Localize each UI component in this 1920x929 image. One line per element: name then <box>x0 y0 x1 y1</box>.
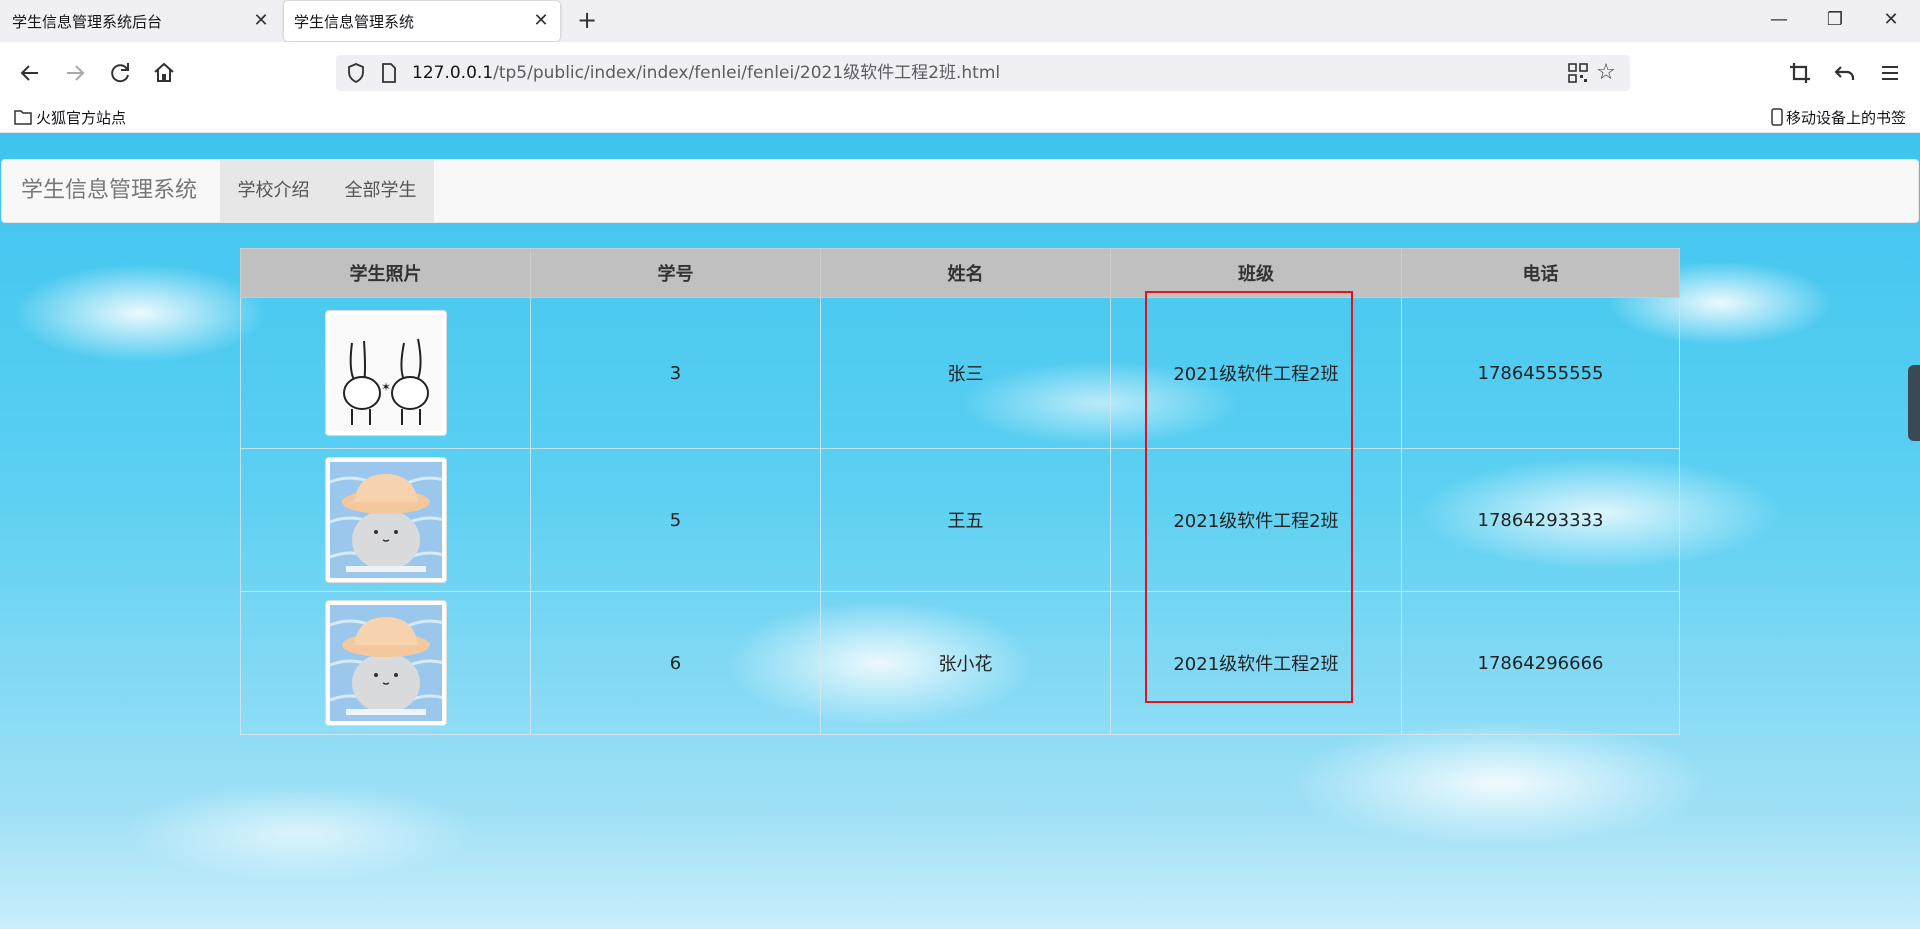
bucket-hat-blob-icon <box>329 605 442 721</box>
header-photo: 学生照片 <box>240 248 531 298</box>
minimize-icon[interactable]: — <box>1756 4 1802 36</box>
tab-admin[interactable]: 学生信息管理系统后台 ✕ <box>0 0 280 42</box>
photo-cell <box>240 591 531 735</box>
folder-icon <box>14 110 32 125</box>
highlight-box <box>1145 291 1353 703</box>
student-photo: ✶ <box>324 310 447 436</box>
phone-cell: 17864296666 <box>1401 591 1680 735</box>
student-photo <box>324 600 447 726</box>
bookmark-label: 移动设备上的书签 <box>1785 109 1906 127</box>
bookmark-firefox-sites[interactable]: 火狐官方站点 <box>14 104 126 132</box>
bookmarks-bar: 火狐官方站点 移动设备上的书签 <box>0 104 1920 133</box>
page-content: 学生信息管理系统 学校介绍 全部学生 学生照片 学号 姓名 班级 电话 ✶ 3 … <box>0 133 1920 929</box>
name-cell: 张三 <box>820 297 1111 449</box>
student-table: 学生照片 学号 姓名 班级 电话 ✶ 3 张三 2021级软件工程2班 1786… <box>240 248 1680 735</box>
id-cell: 3 <box>530 297 821 449</box>
svg-text:✶: ✶ <box>380 380 390 394</box>
bookmark-star-icon[interactable]: ☆ <box>1592 59 1620 87</box>
tab-title: 学生信息管理系统 <box>294 12 415 31</box>
nav-toolbar: 127.0.0.1/tp5/public/index/index/fenlei/… <box>0 42 1920 104</box>
url-host: 127.0.0.1 <box>412 63 494 83</box>
screenshot-crop-icon[interactable] <box>1784 57 1816 89</box>
rabbit-sticker-icon: ✶ <box>329 315 442 431</box>
undo-icon[interactable] <box>1829 57 1861 89</box>
tab-close-icon[interactable]: ✕ <box>252 12 270 30</box>
site-brand[interactable]: 学生信息管理系统 <box>21 160 197 222</box>
back-icon[interactable] <box>14 57 46 89</box>
restore-icon[interactable]: ❐ <box>1812 4 1858 36</box>
bookmark-mobile[interactable]: 移动设备上的书签 <box>1771 104 1906 132</box>
nav-all-students[interactable]: 全部学生 <box>327 160 434 222</box>
reload-icon[interactable] <box>104 57 136 89</box>
table-row: 5 王五 2021级软件工程2班 17864293333 <box>240 448 1680 592</box>
name-cell: 张小花 <box>820 591 1111 735</box>
student-photo <box>324 457 447 583</box>
shield-icon[interactable] <box>344 61 368 85</box>
name-cell: 王五 <box>820 448 1111 592</box>
url-text[interactable]: 127.0.0.1/tp5/public/index/index/fenlei/… <box>412 55 1000 91</box>
page-icon <box>382 63 396 83</box>
address-bar[interactable]: 127.0.0.1/tp5/public/index/index/fenlei/… <box>336 55 1630 91</box>
bucket-hat-blob-icon <box>329 462 442 578</box>
url-path: /tp5/public/index/index/fenlei/fenlei/20… <box>493 63 1001 83</box>
menu-icon[interactable] <box>1874 57 1906 89</box>
photo-cell <box>240 448 531 592</box>
forward-icon[interactable] <box>59 57 91 89</box>
tab-active[interactable]: 学生信息管理系统 ✕ <box>284 1 560 41</box>
home-icon[interactable] <box>148 57 180 89</box>
photo-cell: ✶ <box>240 297 531 449</box>
qr-code-icon[interactable] <box>1568 63 1588 83</box>
table-row: ✶ 3 张三 2021级软件工程2班 17864555555 <box>240 297 1680 449</box>
side-panel-handle[interactable] <box>1908 365 1920 441</box>
window-close-icon[interactable]: ✕ <box>1868 4 1914 36</box>
mobile-device-icon <box>1771 108 1783 126</box>
id-cell: 6 <box>530 591 821 735</box>
header-id: 学号 <box>530 248 821 298</box>
table-row: 6 张小花 2021级软件工程2班 17864296666 <box>240 591 1680 735</box>
bookmark-label: 火狐官方站点 <box>36 109 127 127</box>
table-header-row: 学生照片 学号 姓名 班级 电话 <box>240 248 1680 298</box>
phone-cell: 17864555555 <box>1401 297 1680 449</box>
new-tab-icon[interactable]: + <box>574 8 600 34</box>
site-navbar: 学生信息管理系统 学校介绍 全部学生 <box>1 159 1919 223</box>
header-name: 姓名 <box>820 248 1111 298</box>
tab-strip: 学生信息管理系统后台 ✕ 学生信息管理系统 ✕ + — ❐ ✕ <box>0 0 1920 42</box>
id-cell: 5 <box>530 448 821 592</box>
phone-cell: 17864293333 <box>1401 448 1680 592</box>
header-phone: 电话 <box>1401 248 1680 298</box>
nav-school-intro[interactable]: 学校介绍 <box>220 160 327 222</box>
tab-close-icon[interactable]: ✕ <box>532 12 550 30</box>
tab-title: 学生信息管理系统后台 <box>12 12 163 31</box>
